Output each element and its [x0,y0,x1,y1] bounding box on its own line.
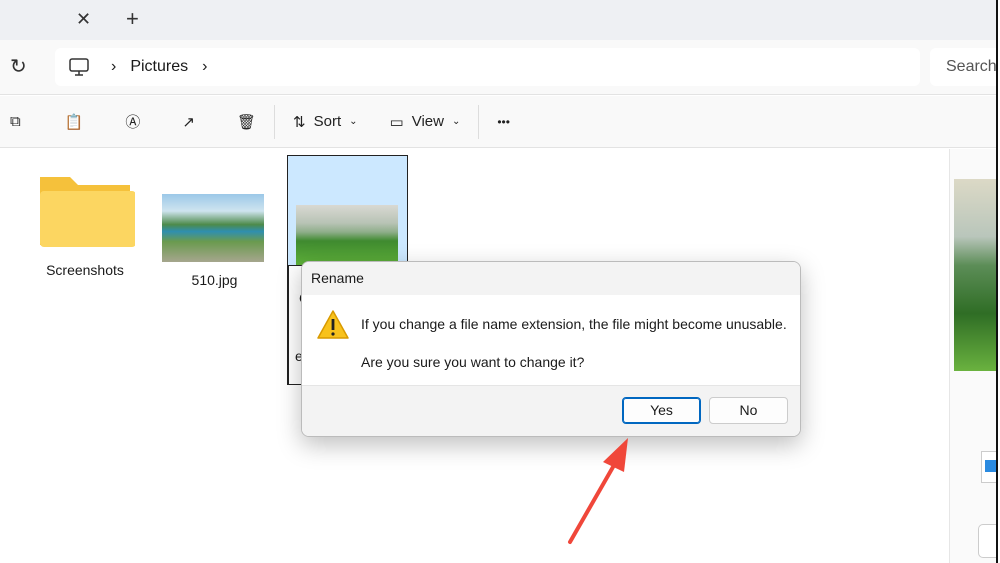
annotation-arrow [568,438,628,544]
